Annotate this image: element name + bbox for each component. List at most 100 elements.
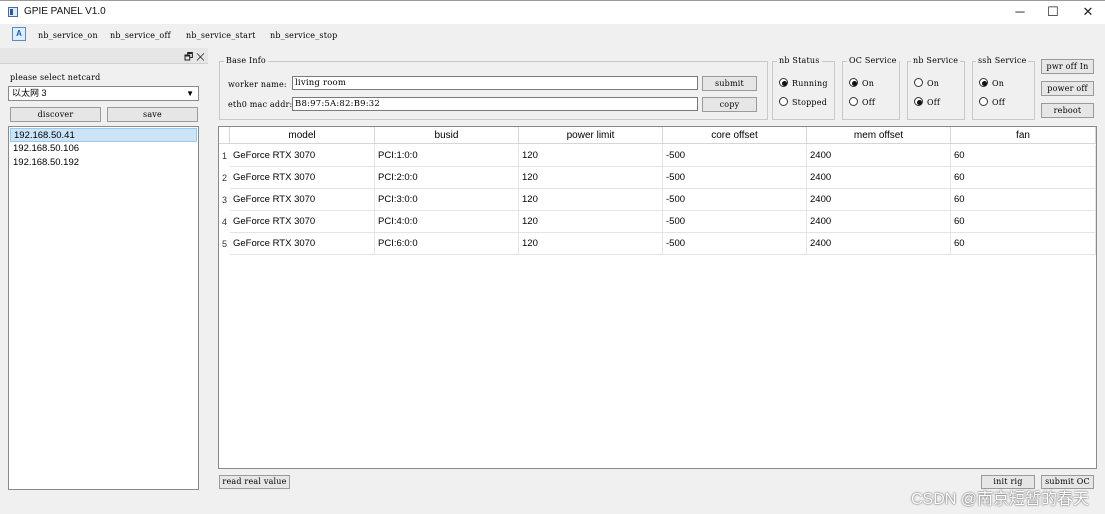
ssh-service-title: ssh Service	[976, 56, 1029, 65]
nb-service-group	[907, 61, 965, 120]
oc-service-on-radio[interactable]	[849, 78, 858, 87]
table-corner	[219, 127, 230, 144]
nb-service-on-label: On	[927, 79, 940, 88]
cell-busid[interactable]: PCI:6:0:0	[375, 233, 519, 255]
row-number: 4	[221, 217, 227, 227]
nb-service-off-action[interactable]: nb_service_off	[110, 31, 171, 40]
cell-busid[interactable]: PCI:4:0:0	[375, 211, 519, 233]
nb-service-on-radio[interactable]	[914, 78, 923, 87]
dock-header	[0, 48, 208, 64]
cell-power-limit[interactable]: 120	[519, 233, 663, 255]
reboot-button[interactable]: reboot	[1041, 103, 1094, 118]
cell-fan[interactable]: 60	[951, 233, 1096, 255]
nb-service-off-radio[interactable]	[914, 97, 923, 106]
netcard-label: please select netcard	[10, 73, 101, 82]
title-bar	[0, 0, 1105, 24]
cell-model[interactable]: GeForce RTX 3070	[230, 211, 375, 233]
save-button[interactable]: save	[107, 107, 198, 122]
cell-fan[interactable]: 60	[951, 145, 1096, 167]
nb-status-running-radio[interactable]	[779, 78, 788, 87]
cell-power-limit[interactable]: 120	[519, 167, 663, 189]
discover-button[interactable]: discover	[10, 107, 101, 122]
minimize-button[interactable]: ─	[1002, 0, 1038, 24]
nb-status-group	[772, 61, 835, 120]
column-header-busid[interactable]: busid	[375, 127, 519, 144]
cell-busid[interactable]: PCI:2:0:0	[375, 167, 519, 189]
cell-mem-offset[interactable]: 2400	[807, 167, 951, 189]
cell-power-limit[interactable]: 120	[519, 145, 663, 167]
cell-core-offset[interactable]: -500	[663, 211, 807, 233]
nb-service-stop-action[interactable]: nb_service_stop	[270, 31, 338, 40]
nb-status-title: nb Status	[777, 56, 822, 65]
base-info-group	[219, 61, 768, 120]
cell-core-offset[interactable]: -500	[663, 233, 807, 255]
cell-core-offset[interactable]: -500	[663, 167, 807, 189]
row-number: 5	[221, 239, 227, 249]
ssh-service-on-label: On	[992, 79, 1005, 88]
ip-list-item[interactable]: 192.168.50.192	[10, 156, 197, 170]
cell-power-limit[interactable]: 120	[519, 189, 663, 211]
ip-list[interactable]: 192.168.50.41 192.168.50.106 192.168.50.…	[8, 126, 199, 490]
ip-list-item[interactable]: 192.168.50.106	[10, 142, 197, 156]
nb-service-start-action[interactable]: nb_service_start	[186, 31, 256, 40]
cell-busid[interactable]: PCI:1:0:0	[375, 145, 519, 167]
pwr-off-in-button[interactable]: pwr off In	[1041, 59, 1094, 74]
row-number: 1	[221, 151, 227, 161]
base-info-title: Base Info	[224, 56, 268, 65]
nb-service-on-action[interactable]: nb_service_on	[38, 31, 98, 40]
power-off-button[interactable]: power off	[1041, 81, 1094, 96]
mac-addr-label: eth0 mac addr:	[228, 100, 293, 109]
row-number: 2	[221, 173, 227, 183]
cell-mem-offset[interactable]: 2400	[807, 189, 951, 211]
mac-addr-input[interactable]: B8:97:5A:82:B9:32	[292, 97, 698, 111]
column-header-core-offset[interactable]: core offset	[663, 127, 807, 144]
submit-button[interactable]: submit	[702, 76, 757, 91]
cell-power-limit[interactable]: 120	[519, 211, 663, 233]
cell-core-offset[interactable]: -500	[663, 145, 807, 167]
gpu-table[interactable]: model busid power limit core offset mem …	[218, 126, 1097, 469]
cell-model[interactable]: GeForce RTX 3070	[230, 189, 375, 211]
nb-status-stopped-label: Stopped	[792, 98, 828, 107]
oc-service-title: OC Service	[847, 56, 899, 65]
nb-service-title: nb Service	[911, 56, 961, 65]
ssh-service-off-label: Off	[992, 98, 1006, 107]
column-header-model[interactable]: model	[230, 127, 375, 144]
oc-service-off-radio[interactable]	[849, 97, 858, 106]
ssh-service-on-radio[interactable]	[979, 78, 988, 87]
cell-mem-offset[interactable]: 2400	[807, 233, 951, 255]
cell-model[interactable]: GeForce RTX 3070	[230, 167, 375, 189]
window-title: GPIE PANEL V1.0	[24, 6, 106, 17]
copy-button[interactable]: copy	[702, 97, 757, 112]
column-header-power-limit[interactable]: power limit	[519, 127, 663, 144]
close-button[interactable]: ✕	[1070, 0, 1105, 24]
ssh-service-off-radio[interactable]	[979, 97, 988, 106]
dock-close-icon[interactable]: ✕	[196, 52, 205, 63]
oc-service-on-label: On	[862, 79, 875, 88]
nb-status-stopped-radio[interactable]	[779, 97, 788, 106]
cell-fan[interactable]: 60	[951, 167, 1096, 189]
cell-fan[interactable]: 60	[951, 189, 1096, 211]
ip-list-item[interactable]: 192.168.50.41	[10, 128, 197, 142]
worker-name-input[interactable]: living room	[292, 76, 698, 90]
cell-mem-offset[interactable]: 2400	[807, 211, 951, 233]
cell-model[interactable]: GeForce RTX 3070	[230, 233, 375, 255]
dock-buttons: 🗗 ✕	[184, 50, 205, 67]
cell-busid[interactable]: PCI:3:0:0	[375, 189, 519, 211]
dock-float-icon[interactable]: 🗗	[184, 52, 193, 63]
ssh-service-group	[972, 61, 1035, 120]
table-header: model busid power limit core offset mem …	[219, 127, 1096, 144]
oc-service-off-label: Off	[862, 98, 876, 107]
read-real-value-button[interactable]: read real value	[219, 475, 290, 489]
cell-mem-offset[interactable]: 2400	[807, 145, 951, 167]
netcard-select[interactable]: 以太网 3 ▼	[8, 86, 199, 101]
oc-service-group	[842, 61, 900, 120]
column-header-mem-offset[interactable]: mem offset	[807, 127, 951, 144]
column-header-fan[interactable]: fan	[951, 127, 1096, 144]
cell-fan[interactable]: 60	[951, 211, 1096, 233]
language-icon[interactable]: A	[12, 27, 26, 41]
cell-model[interactable]: GeForce RTX 3070	[230, 145, 375, 167]
nb-status-running-label: Running	[792, 79, 828, 88]
maximize-button[interactable]: ☐	[1035, 0, 1071, 24]
nb-service-off-label: Off	[927, 98, 941, 107]
cell-core-offset[interactable]: -500	[663, 189, 807, 211]
